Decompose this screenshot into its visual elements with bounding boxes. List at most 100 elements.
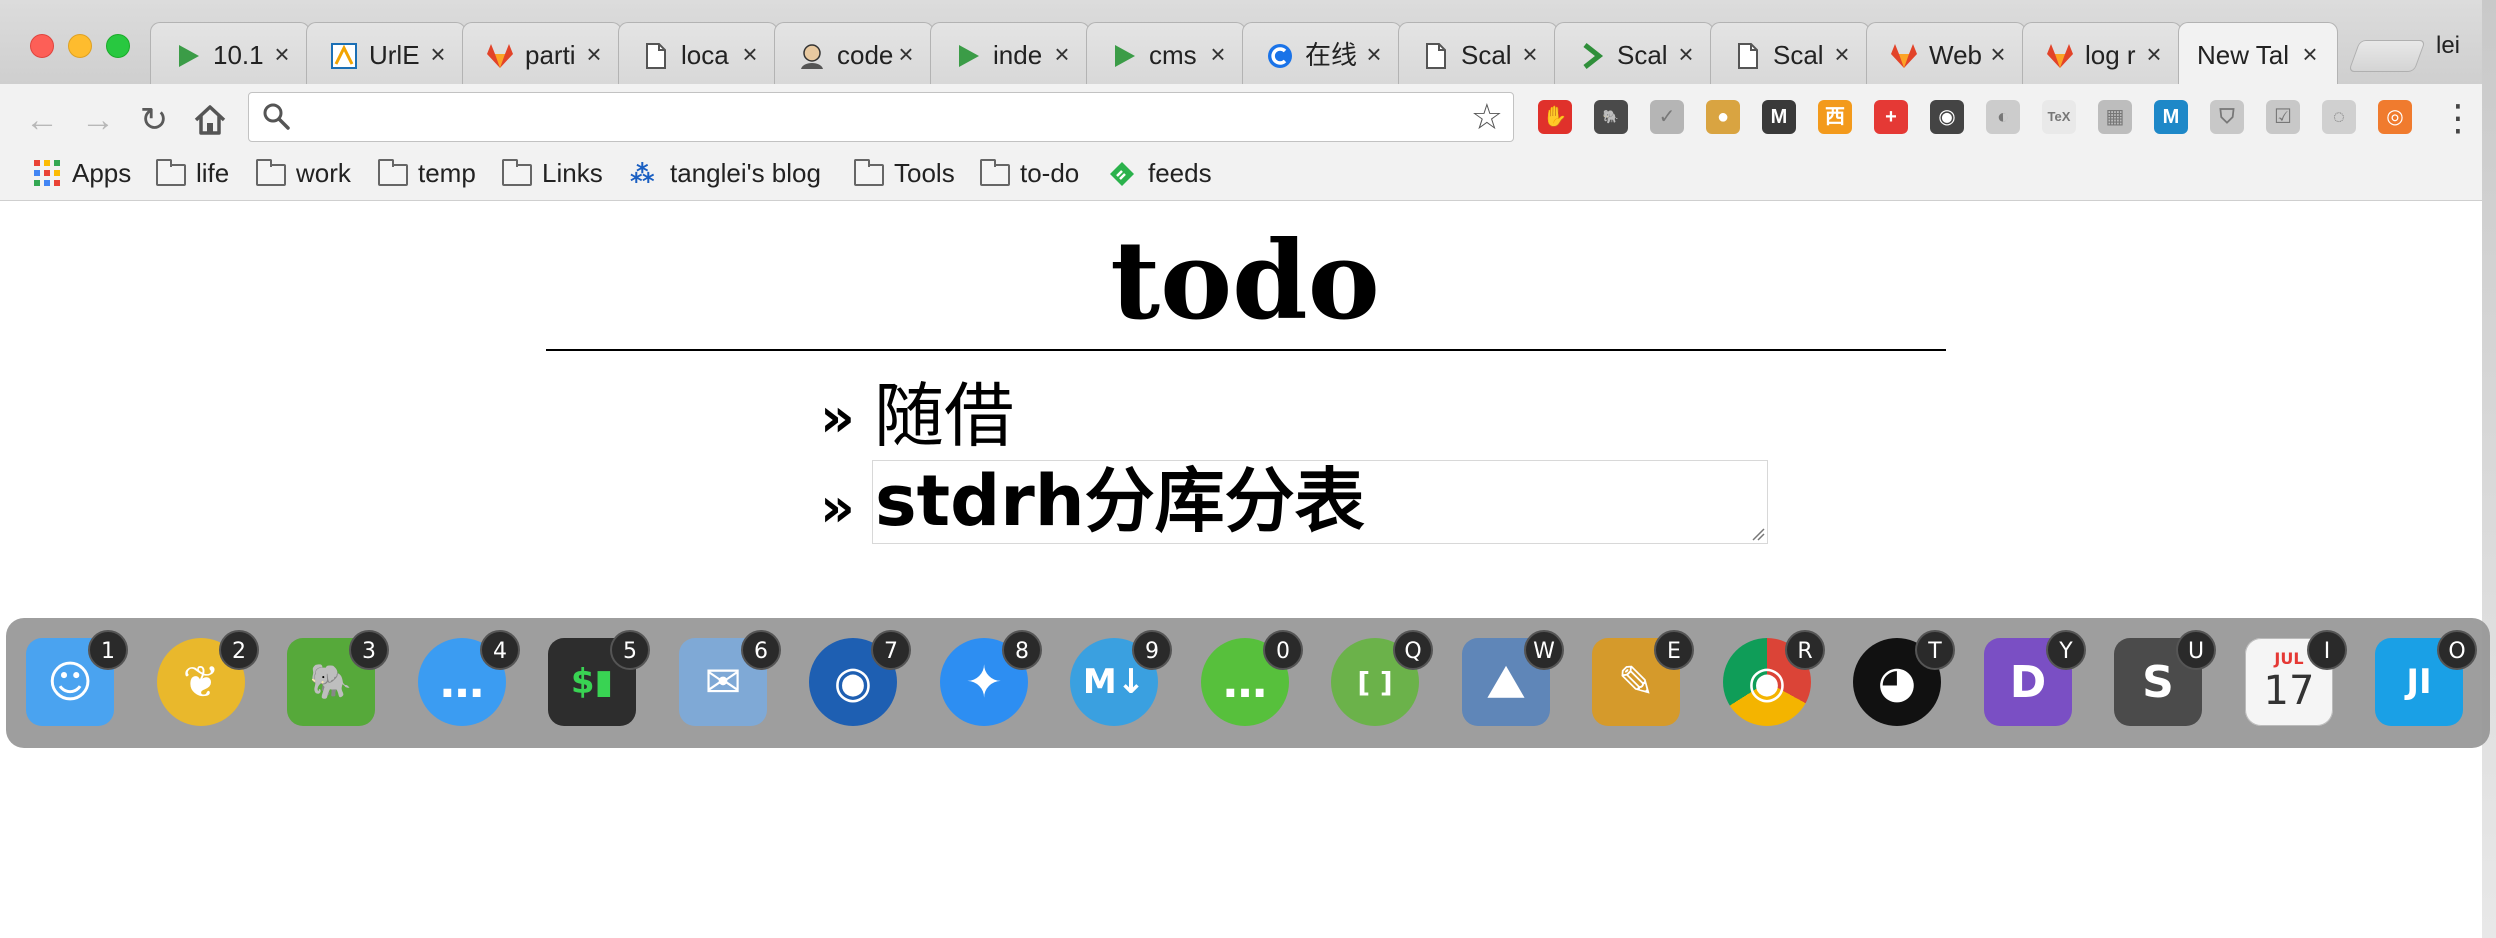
dock-shortcut-badge: W [1524,630,1564,670]
omnibox[interactable]: ☆ [248,92,1514,142]
gray-globe-icon[interactable]: ◐ [1986,100,2020,134]
bookmark-apps[interactable]: Apps [32,156,131,190]
tab[interactable]: Scal × [1710,22,1870,84]
resize-grip-icon[interactable] [1751,527,1765,541]
back-arrow-icon[interactable]: ← [22,100,62,140]
dock-item[interactable]: M↓ 9 [1064,630,1172,734]
dock-item[interactable]: … 0 [1195,630,1303,734]
bookmark-temp[interactable]: temp [378,156,476,190]
bookmark-label: feeds [1148,157,1212,188]
dock-item[interactable]: DY [1978,630,2086,734]
tab[interactable]: 10.1 × [150,22,310,84]
close-window-button[interactable] [30,34,54,58]
adblock-icon[interactable]: ✋ [1538,100,1572,134]
close-tab-icon[interactable]: × [1829,39,1855,69]
bookmark-links[interactable]: Links [502,156,603,190]
dock-item[interactable]: 🐘 3 [281,630,389,734]
dock-item[interactable]: JUL 17 I [2239,630,2347,734]
dock-item[interactable]: ◉ 7 [803,630,911,734]
omnibox-input[interactable] [305,99,1429,137]
red-cross-icon[interactable]: + [1874,100,1908,134]
new-tab-button[interactable] [2348,40,2426,72]
bookmark-tools[interactable]: Tools [854,156,955,190]
search-icon [263,103,290,130]
todo-edit-textarea[interactable]: stdrh分库分表 [872,460,1768,544]
tex-icon[interactable]: TeX [2042,100,2076,134]
dock-item[interactable]: ◉ R [1717,630,1825,734]
tab[interactable]: Scal × [1554,22,1714,84]
dock-item[interactable]: SU [2108,630,2216,734]
tab[interactable]: loca × [618,22,778,84]
tab[interactable]: 在线 × [1242,22,1402,84]
translate-icon[interactable]: 西 [1818,100,1852,134]
close-tab-icon[interactable]: × [1673,39,1699,69]
bookmark-tanglei-s-blog[interactable]: ⁂ tanglei's blog [630,156,821,190]
tab[interactable]: inde × [930,22,1090,84]
dock-item[interactable]: [ ] Q [1325,630,1433,734]
dock-item[interactable]: ✉ 6 [673,630,781,734]
bookmark-life[interactable]: life [156,156,229,190]
tab[interactable]: code × [774,22,934,84]
close-tab-icon[interactable]: × [737,39,763,69]
feedly-icon [1108,160,1140,186]
check-circle-icon[interactable]: ✓ [1650,100,1684,134]
page-title: todo [1110,218,1380,344]
dock-item[interactable]: ✦ 8 [934,630,1042,734]
close-tab-icon[interactable]: × [1049,39,1075,69]
dock-item[interactable]: $▮ 5 [542,630,650,734]
qr-icon[interactable]: ▦ [2098,100,2132,134]
todo-edit-text[interactable]: stdrh分库分表 [875,461,1365,541]
dock-shortcut-badge: 3 [349,630,389,670]
todo-item-text[interactable]: 随借 [874,376,1014,456]
close-tab-icon[interactable]: × [269,39,295,69]
close-tab-icon[interactable]: × [1517,39,1543,69]
bookmark-star-icon[interactable]: ☆ [1471,97,1503,137]
tab[interactable]: Scal × [1398,22,1558,84]
dock-shortcut-badge: 7 [871,630,911,670]
dock-item[interactable]: ☺ 1 [20,630,128,734]
close-tab-icon[interactable]: × [893,39,919,69]
gray-swirl-icon[interactable]: ◌ [2322,100,2356,134]
dock-item[interactable]: ◕ T [1847,630,1955,734]
checkbox-icon[interactable]: ☑ [2266,100,2300,134]
orange-help-icon[interactable]: ◎ [2378,100,2412,134]
minimize-window-button[interactable] [68,34,92,58]
bookmark-label: work [296,157,351,188]
dock-item[interactable]: ✎ E [1586,630,1694,734]
shield-icon[interactable]: ⛉ [2210,100,2244,134]
dock-item[interactable]: ⛰ W [1456,630,1564,734]
evernote-icon[interactable]: 🐘 [1594,100,1628,134]
dock: ☺ 1 ❦ 2 🐘 3… 4 $▮ 5 ✉ 6 ◉ 7 ✦ 8 M↓ 9… 0[ ] Q ⛰ W ✎ E ◉ R ◕ T D Y S U JU… [6,618,2490,748]
dock-item[interactable]: ❦ 2 [151,630,259,734]
tab[interactable]: Web × [1866,22,2026,84]
bookmark-to-do[interactable]: to-do [980,156,1079,190]
close-tab-icon[interactable]: × [1985,39,2011,69]
pocket-icon[interactable]: M [1762,100,1796,134]
close-tab-icon[interactable]: × [581,39,607,69]
folder-icon [854,159,886,186]
forward-arrow-icon[interactable]: → [78,100,118,140]
tab[interactable]: UrlE × [306,22,466,84]
tab[interactable]: parti × [462,22,622,84]
tab[interactable]: cms × [1086,22,1246,84]
bookmark-feeds[interactable]: feeds [1108,156,1212,190]
reload-icon[interactable]: ↻ [134,100,174,140]
profile-name[interactable]: lei [2436,32,2460,60]
tab[interactable]: New Tal × [2178,22,2338,84]
tab[interactable]: log r × [2022,22,2182,84]
home-icon[interactable] [190,100,230,140]
close-tab-icon[interactable]: × [2297,39,2323,69]
menu-dots-icon[interactable]: ⋮ [2440,98,2476,138]
dock-item[interactable]: JI O [2369,630,2477,734]
close-tab-icon[interactable]: × [1361,39,1387,69]
folder-icon [156,159,188,186]
m-icon[interactable]: M [2154,100,2188,134]
close-tab-icon[interactable]: × [1205,39,1231,69]
close-tab-icon[interactable]: × [2141,39,2167,69]
dock-item[interactable]: … 4 [412,630,520,734]
close-tab-icon[interactable]: × [425,39,451,69]
cookie-icon[interactable]: ● [1706,100,1740,134]
bookmark-work[interactable]: work [256,156,351,190]
camera-icon[interactable]: ◉ [1930,100,1964,134]
zoom-window-button[interactable] [106,34,130,58]
